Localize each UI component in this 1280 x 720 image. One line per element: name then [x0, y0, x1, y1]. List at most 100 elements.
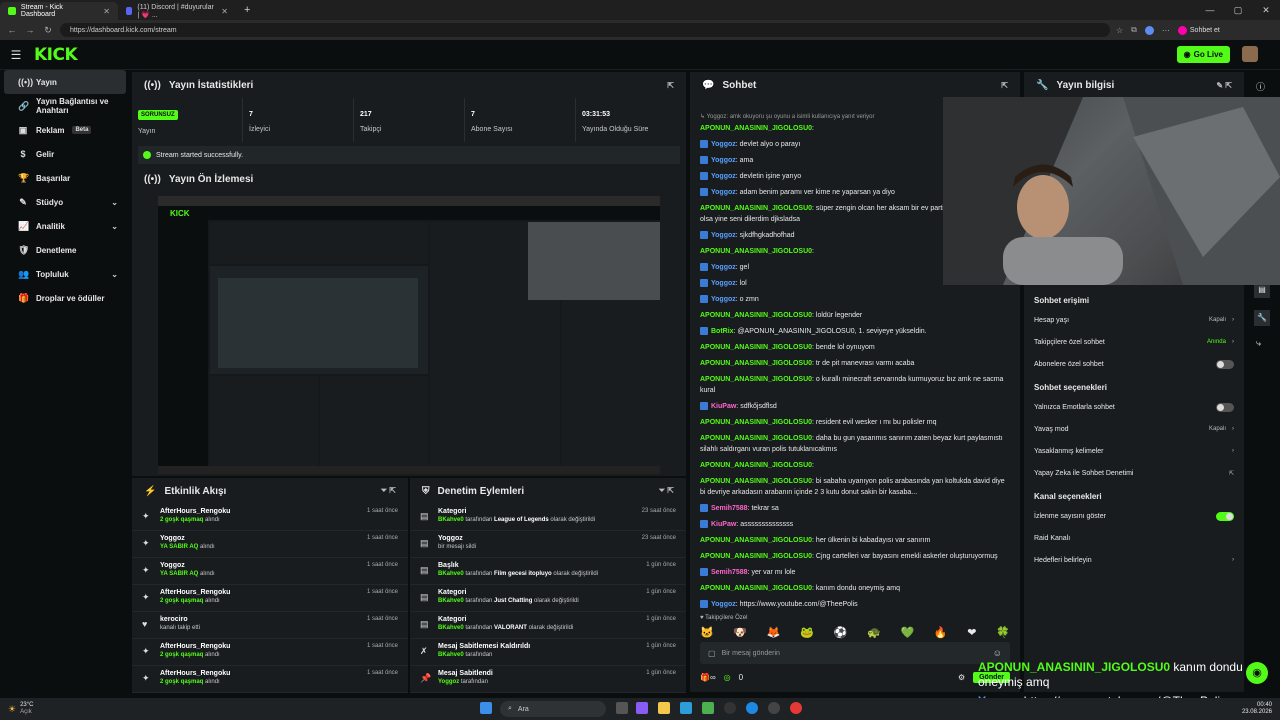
- sidebar-item-0[interactable]: ((•)) Yayın: [4, 70, 126, 94]
- weather-widget[interactable]: ☀ 23°C Açık: [8, 702, 33, 716]
- file-explorer-icon[interactable]: [658, 702, 670, 714]
- url-field[interactable]: https://dashboard.kick.com/stream: [60, 23, 1110, 37]
- tab-kick-dashboard[interactable]: Stream - Kick Dashboard ✕: [0, 2, 118, 20]
- forward-icon[interactable]: →: [24, 25, 36, 35]
- close-tab-icon[interactable]: ✕: [103, 7, 110, 16]
- kick-logo[interactable]: KICK: [34, 45, 78, 65]
- minimize-button[interactable]: —: [1196, 0, 1224, 20]
- copilot-chat-button[interactable]: Sohbet et: [1177, 25, 1220, 35]
- stream-preview-video[interactable]: KICK: [158, 196, 660, 474]
- chat-username[interactable]: Semih7588: [711, 569, 748, 576]
- emote-icon[interactable]: 💚: [900, 626, 914, 640]
- chat-username[interactable]: APONUN_ANASININ_JIGOLOSU0: [700, 248, 812, 255]
- toggle-switch[interactable]: [1216, 402, 1234, 412]
- gift-icon[interactable]: 🎁∞: [700, 673, 716, 682]
- emote-icon[interactable]: 🦊: [767, 626, 781, 640]
- activity-user[interactable]: Yoggoz: [160, 535, 359, 542]
- taskbar-search[interactable]: ⌕ Ara: [500, 701, 606, 717]
- chat-username[interactable]: BotRix: [711, 328, 734, 335]
- toggle-switch[interactable]: [1216, 511, 1234, 521]
- activity-user[interactable]: AfterHours_Rengoku: [160, 589, 359, 596]
- activity-user[interactable]: kerociro: [160, 616, 359, 623]
- rail-share-icon[interactable]: ⤷: [1256, 338, 1261, 349]
- chat-username[interactable]: Yoggoz: [711, 141, 736, 148]
- chat-username[interactable]: APONUN_ANASININ_JIGOLOSU0: [700, 435, 812, 442]
- obs-icon[interactable]: [724, 702, 736, 714]
- steam-icon[interactable]: [768, 702, 780, 714]
- back-icon[interactable]: ←: [6, 25, 18, 35]
- task-view-icon[interactable]: [616, 702, 628, 714]
- chat-username[interactable]: Yoggoz: [711, 232, 736, 239]
- chat-username[interactable]: APONUN_ANASININ_JIGOLOSU0: [700, 205, 812, 212]
- reload-icon[interactable]: ↻: [42, 25, 54, 36]
- profile-icon[interactable]: [1144, 25, 1154, 35]
- windows-start-icon[interactable]: [480, 702, 492, 714]
- new-tab-button[interactable]: +: [236, 4, 258, 16]
- sidebar-item-5[interactable]: ✎ Stüdyo ⌄: [4, 190, 126, 214]
- popout-icon[interactable]: ⇱: [1001, 81, 1008, 90]
- info-row[interactable]: Yasaklanmış kelimeler ›: [1024, 440, 1244, 462]
- chat-username[interactable]: APONUN_ANASININ_JIGOLOSU0: [700, 585, 812, 592]
- info-row[interactable]: İzlenme sayısını göster: [1024, 505, 1244, 527]
- emote-icon[interactable]: 🍀: [996, 626, 1010, 640]
- emote-icon[interactable]: ⚽: [834, 626, 848, 640]
- go-live-button[interactable]: ◉ Go Live: [1176, 46, 1230, 63]
- app-icon[interactable]: [790, 702, 802, 714]
- info-icon[interactable]: ⓘ: [1256, 80, 1265, 93]
- clock[interactable]: 00:40 23.08.2026: [1242, 702, 1272, 716]
- sidebar-item-9[interactable]: 🎁 Droplar ve ödüller: [4, 286, 126, 310]
- chat-username[interactable]: Yoggoz: [711, 157, 736, 164]
- chat-username[interactable]: APONUN_ANASININ_JIGOLOSU0: [700, 125, 812, 132]
- settings-icon[interactable]: ⚙: [958, 673, 965, 682]
- emoji-icon[interactable]: ☺: [993, 648, 1002, 658]
- info-row[interactable]: Takipçilere özel sohbet Anında ›: [1024, 331, 1244, 353]
- edge-icon[interactable]: [746, 702, 758, 714]
- popout-icon[interactable]: ⇱: [667, 81, 674, 90]
- close-tab-icon[interactable]: ✕: [221, 7, 228, 16]
- emote-icon[interactable]: 🐶: [733, 626, 747, 640]
- filter-icon[interactable]: ⏷ ⇱: [659, 486, 674, 496]
- rail-wrench-icon[interactable]: 🔧: [1254, 310, 1270, 326]
- emote-icon[interactable]: 🐢: [867, 626, 881, 640]
- chat-username[interactable]: Yoggoz: [711, 280, 736, 287]
- chat-username[interactable]: Yoggoz: [711, 189, 736, 196]
- emote-icon[interactable]: 🐱: [700, 626, 714, 640]
- chat-username[interactable]: Yoggoz: [711, 601, 736, 608]
- info-row[interactable]: Hedefleri belirleyin ›: [1024, 549, 1244, 571]
- sidebar-item-7[interactable]: 🛡 Denetleme: [4, 238, 126, 262]
- emote-icon[interactable]: 🔥: [934, 626, 948, 640]
- activity-user[interactable]: AfterHours_Rengoku: [160, 508, 359, 515]
- chat-username[interactable]: KiuPaw: [711, 403, 736, 410]
- toggle-switch[interactable]: [1216, 359, 1234, 369]
- store-icon[interactable]: [680, 702, 692, 714]
- edit-icon[interactable]: ✎ ⇱: [1216, 81, 1232, 90]
- chat-username[interactable]: Yoggoz: [711, 264, 736, 271]
- copilot-app-icon[interactable]: [636, 702, 648, 714]
- close-window-button[interactable]: ✕: [1252, 0, 1280, 20]
- chat-username[interactable]: Yoggoz: [711, 296, 736, 303]
- sidebar-item-8[interactable]: 👥 Topluluk ⌄: [4, 262, 126, 286]
- extensions-icon[interactable]: ⧉: [1131, 25, 1137, 35]
- sidebar-item-3[interactable]: $ Gelir: [4, 142, 126, 166]
- sidebar-item-2[interactable]: ▣ Reklam Beta: [4, 118, 126, 142]
- sidebar-item-1[interactable]: 🔗 Yayın Bağlantısı ve Anahtarı: [4, 94, 126, 118]
- chat-username[interactable]: Yoggoz: [711, 173, 736, 180]
- chat-username[interactable]: APONUN_ANASININ_JIGOLOSU0: [700, 419, 812, 426]
- activity-user[interactable]: AfterHours_Rengoku: [160, 670, 359, 677]
- chat-username[interactable]: APONUN_ANASININ_JIGOLOSU0: [700, 462, 812, 469]
- sidebar-item-6[interactable]: 📈 Analitik ⌄: [4, 214, 126, 238]
- menu-icon[interactable]: ⋯: [1162, 26, 1170, 35]
- tab-discord[interactable]: (11) Discord | #duyurular | 💗 ... ✕: [118, 2, 236, 20]
- chat-username[interactable]: Semih7588: [711, 505, 748, 512]
- chat-username[interactable]: APONUN_ANASININ_JIGOLOSU0: [700, 360, 812, 367]
- chat-username[interactable]: KiuPaw: [711, 521, 736, 528]
- minecraft-icon[interactable]: [702, 702, 714, 714]
- info-row[interactable]: Yavaş mod Kapalı ›: [1024, 418, 1244, 440]
- chat-username[interactable]: APONUN_ANASININ_JIGOLOSU0: [700, 478, 812, 485]
- info-row[interactable]: Yapay Zeka ile Sohbet Denetimi ⇱: [1024, 462, 1244, 484]
- info-row[interactable]: Yalnızca Emotlarla sohbet: [1024, 396, 1244, 418]
- info-row[interactable]: Abonelere özel sohbet: [1024, 353, 1244, 375]
- star-icon[interactable]: ☆: [1116, 26, 1123, 35]
- hamburger-menu-icon[interactable]: ☰: [4, 48, 28, 62]
- activity-user[interactable]: AfterHours_Rengoku: [160, 643, 359, 650]
